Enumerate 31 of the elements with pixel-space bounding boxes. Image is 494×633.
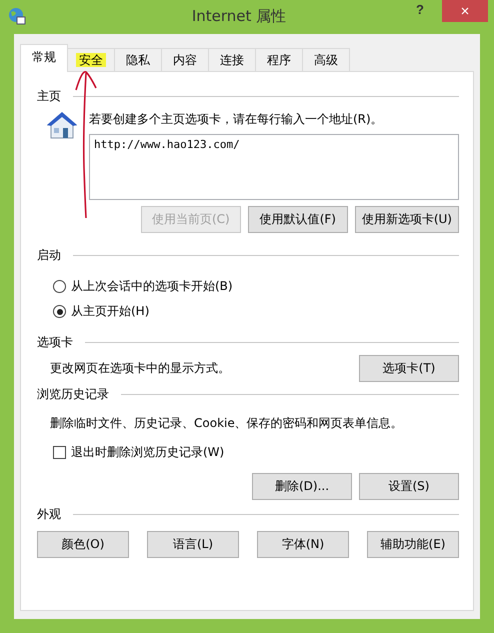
tab[interactable]: 常规 xyxy=(20,44,68,72)
radio-button[interactable] xyxy=(53,305,66,318)
instruction-text: 若要创建多个主页选项卡，请在每行输入一个地址(R)。 xyxy=(89,111,384,128)
option-label: 从主页开始(H) xyxy=(71,303,150,320)
dialog-button[interactable]: 删除(D)... xyxy=(252,473,352,500)
dialog-button[interactable]: 使用默认值(F) xyxy=(248,206,348,233)
globe-icon xyxy=(8,7,26,25)
radio-button[interactable] xyxy=(53,280,66,293)
section-heading: 浏览历史记录 xyxy=(37,386,109,403)
description-text: 删除临时文件、历史记录、Cookie、保存的密码和网页表单信息。 xyxy=(49,415,404,432)
dialog-button[interactable]: 设置(S) xyxy=(359,473,459,500)
help-button[interactable]: ? xyxy=(412,0,428,19)
dialog-button[interactable]: 语言(L) xyxy=(147,531,239,558)
description-text: 更改网页在选项卡中的显示方式。 xyxy=(49,360,230,377)
tab[interactable]: 高级 xyxy=(302,48,350,71)
dialog-button[interactable]: 使用新选项卡(U) xyxy=(354,206,459,233)
checkbox-label: 退出时删除浏览历史记录(W) xyxy=(71,444,224,461)
dialog-button[interactable]: 颜色(O) xyxy=(37,531,129,558)
dialog-button[interactable]: 字体(N) xyxy=(257,531,349,558)
dialog-button[interactable]: 辅助功能(E) xyxy=(367,531,459,558)
dialog-button[interactable]: 选项卡(T) xyxy=(359,355,459,382)
section-heading: 主页 xyxy=(37,88,61,105)
window-title: Internet 属性 xyxy=(192,6,286,26)
home-page-field[interactable]: http://www.hao123.com/ xyxy=(89,134,459,200)
checkbox[interactable] xyxy=(53,446,66,459)
section-heading: 启动 xyxy=(37,247,61,264)
option-label: 从上次会话中的选项卡开始(B) xyxy=(71,278,233,295)
section-heading: 外观 xyxy=(37,506,61,523)
section-heading: 选项卡 xyxy=(37,334,73,351)
house-icon xyxy=(47,111,77,139)
close-button[interactable]: × xyxy=(442,0,488,22)
